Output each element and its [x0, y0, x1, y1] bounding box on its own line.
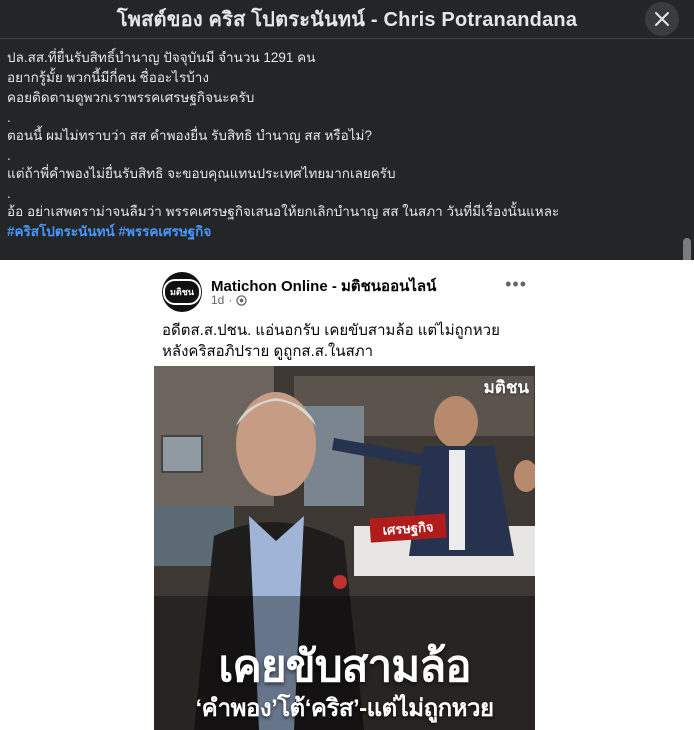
- post-line: อยากรู้มั้ย พวกนี้มีกี่คน ชื่ออะไรบ้าง: [7, 70, 209, 85]
- avatar-logo: มติชน: [163, 279, 201, 305]
- card-header: มติชน Matichon Online - มติชนออนไลน์ 1d …: [154, 260, 535, 318]
- hashtags-link[interactable]: #คริสโปตระนันทน์ #พรรคเศรษฐกิจ: [7, 222, 677, 242]
- post-body: ปล.สส.ที่ยื่นรับสิทธิ์บำนาญ ปัจจุบันมี จ…: [0, 40, 694, 300]
- post-line: .: [7, 148, 11, 163]
- post-line: .: [7, 110, 11, 125]
- card-caption: อดีตส.ส.ปชน. แอ่นอกรับ เคยขับสามล้อ แต่ไ…: [162, 320, 527, 362]
- page-avatar[interactable]: มติชน: [162, 272, 202, 312]
- caption-line: หลังคริสอภิปราย ดูถูกส.ส.ในสภา: [162, 343, 374, 360]
- headline-sub: ‘คำพอง’โต้‘คริส’-แต่ไม่ถูกหวย: [195, 695, 494, 722]
- post-image: มติชน Matichon Online - มติชนออนไลน์ 1d …: [0, 260, 694, 730]
- post-time[interactable]: 1d: [211, 293, 224, 307]
- close-icon: [655, 12, 669, 26]
- post-text: ปล.สส.ที่ยื่นรับสิทธิ์บำนาญ ปัจจุบันมี จ…: [7, 48, 677, 242]
- post-meta: 1d ·: [211, 293, 248, 307]
- dialog-title: โพสต์ของ คริส โปตระนันทน์ - Chris Potran…: [116, 9, 578, 31]
- matichon-watermark: มติชน: [483, 378, 529, 397]
- more-dots-icon[interactable]: •••: [505, 274, 527, 295]
- caption-line: อดีตส.ส.ปชน. แอ่นอกรับ เคยขับสามล้อ แต่ไ…: [162, 322, 500, 339]
- meta-separator: ·: [228, 293, 233, 307]
- post-line: ปล.สส.ที่ยื่นรับสิทธิ์บำนาญ ปัจจุบันมี จ…: [7, 50, 316, 65]
- post-line: ตอนนี้ ผมไม่ทราบว่า สส คำพองยื่น รับสิทธ…: [7, 128, 372, 143]
- dialog-header: โพสต์ของ คริส โปตระนันทน์ - Chris Potran…: [0, 0, 694, 39]
- news-photo[interactable]: เศรษฐกิจ มติชน เคยขับสามล้อ ‘คำพอง’โต้‘ค…: [154, 366, 535, 730]
- post-line: อ้อ อย่าเสพดราม่าจนลืมว่า พรรคเศรษฐกิจเส…: [7, 204, 560, 219]
- post-line: คอยติดตามดูพวกเราพรรคเศรษฐกิจนะครับ: [7, 90, 255, 105]
- post-line: แต่ถ้าพี่คำพองไม่ยื่นรับสิทธิ จะขอบคุณแท…: [7, 166, 396, 181]
- post-line: .: [7, 186, 11, 201]
- shared-post-card[interactable]: มติชน Matichon Online - มติชนออนไลน์ 1d …: [154, 260, 535, 730]
- globe-icon: [236, 294, 248, 306]
- close-button[interactable]: [645, 2, 679, 36]
